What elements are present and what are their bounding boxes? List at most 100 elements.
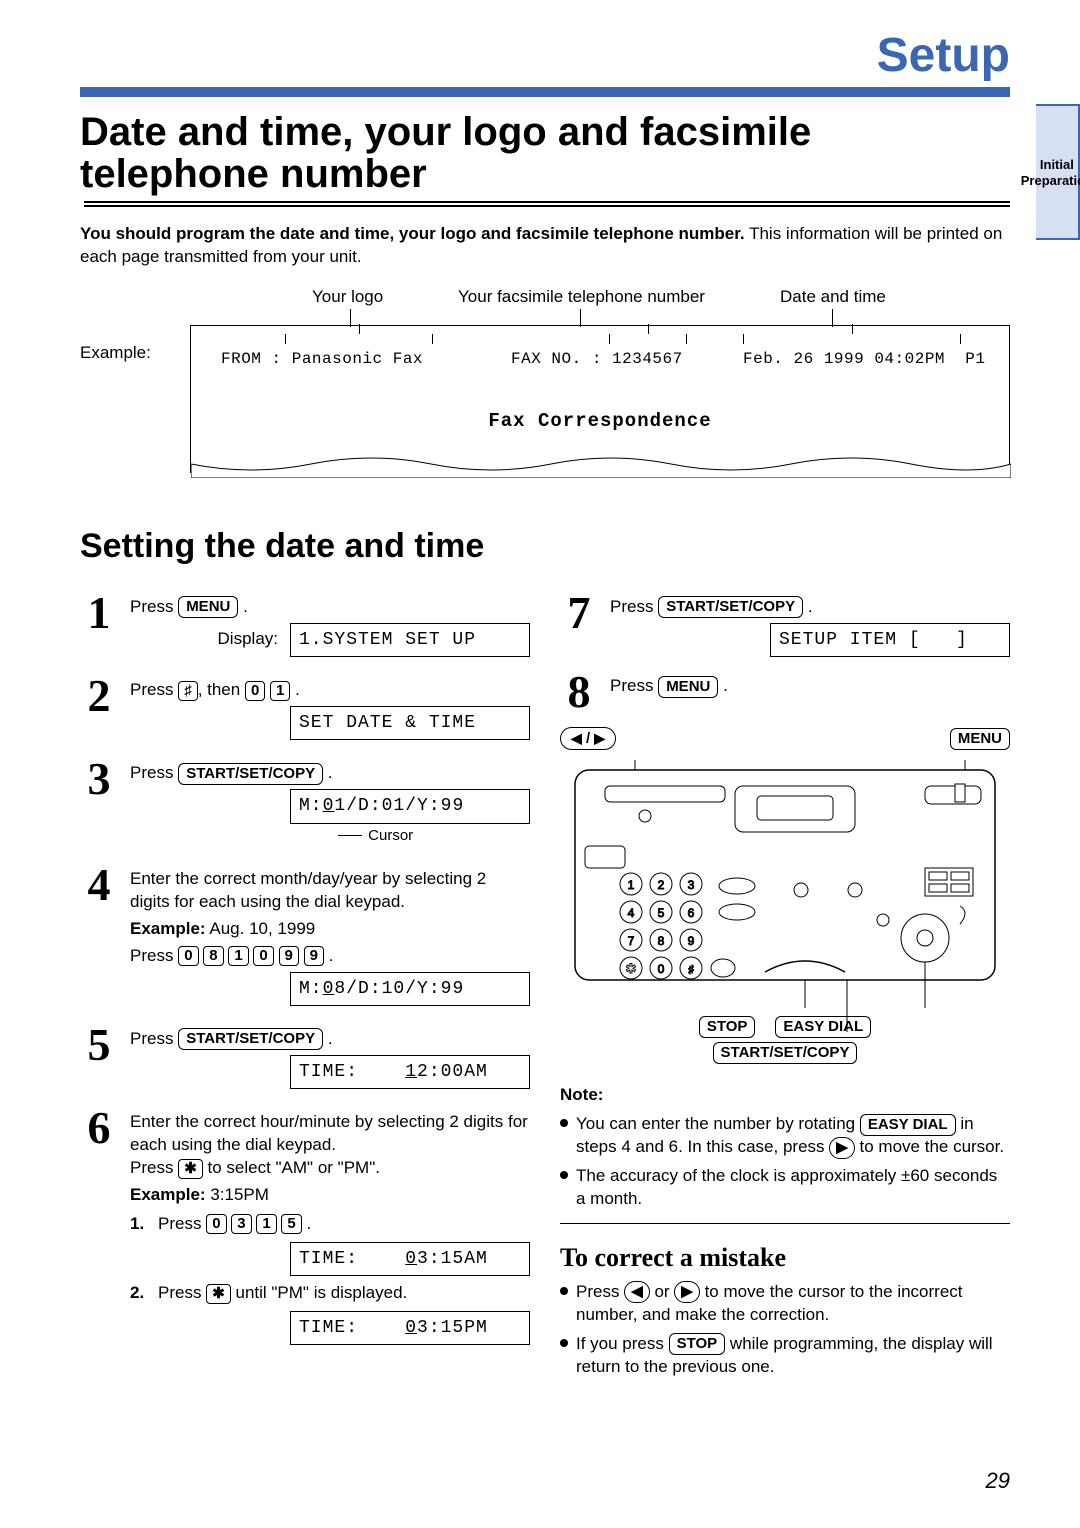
step-5: 5 Press START/SET/COPY . TIME: 12:00AM <box>80 1022 530 1089</box>
fax-from: FROM : Panasonic Fax <box>221 350 423 368</box>
lcd-display: M:08/D:10/Y:99 <box>290 972 530 1006</box>
svg-text:0: 0 <box>658 962 665 976</box>
step2-text1: Press <box>130 680 178 699</box>
step2-text2: , then <box>198 680 245 699</box>
sub-number: 1. <box>130 1213 150 1236</box>
svg-text:✱: ✱ <box>626 961 637 976</box>
digit-key[interactable]: 1 <box>228 946 248 966</box>
svg-text:5: 5 <box>658 906 665 920</box>
note-bullets: You can enter the number by rotating EAS… <box>560 1113 1010 1211</box>
start-set-copy-callout: START/SET/COPY <box>713 1042 858 1064</box>
lcd-display: M:01/D:01/Y:99 <box>290 789 530 823</box>
example-value: Aug. 10, 1999 <box>206 919 316 938</box>
torn-edge <box>191 454 1011 478</box>
menu-key[interactable]: MENU <box>178 596 238 618</box>
digit-key[interactable]: 3 <box>231 1214 251 1234</box>
step-2: 2 Press ♯, then 0 1 . SET DATE & TIME <box>80 673 530 740</box>
example-label: Example: <box>80 343 151 363</box>
easy-dial-key[interactable]: EASY DIAL <box>860 1114 956 1136</box>
h1-double-rule <box>80 201 1010 207</box>
svg-text:3: 3 <box>688 878 695 892</box>
bracket <box>285 334 433 344</box>
device-diagram: 1 2 3 4 5 6 7 8 9 ✱ 0 ♯ <box>560 756 1010 1056</box>
lcd-display: SETUP ITEM [ ] <box>770 623 1010 657</box>
step-number: 4 <box>80 862 118 1006</box>
step1-text: Press <box>130 597 178 616</box>
step4-p1: Enter the correct month/day/year by sele… <box>130 868 530 914</box>
right-arrow-key[interactable]: ▶ <box>829 1137 855 1159</box>
bullet-icon <box>560 1287 568 1295</box>
menu-callout: MENU <box>950 728 1010 750</box>
digit-0-key[interactable]: 0 <box>245 681 265 701</box>
display-label: Display: <box>218 628 278 651</box>
bullet-icon <box>560 1339 568 1347</box>
c1-mid: or <box>650 1282 675 1301</box>
callout-row: ◀ / ▶ MENU <box>560 727 1010 750</box>
step8-text: Press <box>610 676 658 695</box>
star-key[interactable]: ✱ <box>178 1159 203 1179</box>
page-number: 29 <box>986 1468 1010 1494</box>
lead-bold: You should program the date and time, yo… <box>80 224 745 243</box>
label-your-logo: Your logo <box>312 287 383 307</box>
step-4: 4 Enter the correct month/day/year by se… <box>80 862 530 1006</box>
svg-text:9: 9 <box>688 934 695 948</box>
digit-key[interactable]: 8 <box>203 946 223 966</box>
stop-callout: STOP <box>699 1016 756 1038</box>
star-key[interactable]: ✱ <box>206 1284 231 1304</box>
step-8: 8 Press MENU . <box>560 669 1010 715</box>
digit-1-key[interactable]: 1 <box>270 681 290 701</box>
left-arrow-key[interactable]: ◀ <box>624 1281 650 1303</box>
example-value: 3:15PM <box>206 1185 269 1204</box>
note-heading: Note: <box>560 1084 1010 1107</box>
bracket <box>743 334 961 344</box>
step6-p2b: to select "AM" or "PM". <box>203 1158 380 1177</box>
right-column: 7 Press START/SET/COPY . SETUP ITEM [ ] … <box>560 590 1010 1385</box>
side-tab-text: InitialPreparation <box>1021 156 1080 187</box>
svg-text:♯: ♯ <box>688 964 694 976</box>
c1-a: Press <box>576 1282 624 1301</box>
fax-date: Feb. 26 1999 04:02PM P1 <box>743 350 985 368</box>
step-1: 1 Press MENU . Display: 1.SYSTEM SET UP <box>80 590 530 657</box>
lcd-display: TIME: 03:15PM <box>290 1311 530 1345</box>
start-set-copy-key[interactable]: START/SET/COPY <box>178 763 323 785</box>
li1-text: Press <box>158 1214 206 1233</box>
note2: The accuracy of the clock is approximate… <box>576 1165 1010 1211</box>
svg-text:8: 8 <box>658 934 665 948</box>
sub-number: 2. <box>130 1282 150 1305</box>
arrow-keys-callout: ◀ / ▶ <box>560 727 616 750</box>
chapter-rule <box>80 87 1010 97</box>
digit-key[interactable]: 9 <box>304 946 324 966</box>
start-set-copy-key[interactable]: START/SET/COPY <box>178 1028 323 1050</box>
left-column: 1 Press MENU . Display: 1.SYSTEM SET UP … <box>80 590 530 1385</box>
li2-t2: until "PM" is displayed. <box>231 1283 407 1302</box>
label-date-time: Date and time <box>780 287 886 307</box>
li2-t1: Press <box>158 1283 206 1302</box>
step-number: 8 <box>560 669 598 715</box>
digit-key[interactable]: 1 <box>256 1214 276 1234</box>
digit-key[interactable]: 0 <box>206 1214 226 1234</box>
right-arrow-key[interactable]: ▶ <box>674 1281 700 1303</box>
fax-no: FAX NO. : 1234567 <box>511 350 683 368</box>
menu-key[interactable]: MENU <box>658 676 718 698</box>
digit-key[interactable]: 5 <box>281 1214 301 1234</box>
c2-a: If you press <box>576 1334 669 1353</box>
bracket <box>609 334 687 344</box>
lead-text: You should program the date and time, yo… <box>80 223 1010 269</box>
stop-key[interactable]: STOP <box>669 1333 726 1355</box>
step6-p2a: Press <box>130 1158 178 1177</box>
start-set-copy-key[interactable]: START/SET/COPY <box>658 596 803 618</box>
side-tab: InitialPreparation <box>1036 104 1080 240</box>
note1-a: You can enter the number by rotating <box>576 1114 860 1133</box>
example-label: Example: <box>130 919 206 938</box>
step-number: 3 <box>80 756 118 845</box>
hash-key[interactable]: ♯ <box>178 681 198 701</box>
digit-key[interactable]: 0 <box>178 946 198 966</box>
example-row: Your logo Your facsimile telephone numbe… <box>80 287 1010 477</box>
digit-key[interactable]: 0 <box>253 946 273 966</box>
lcd-display: 1.SYSTEM SET UP <box>290 623 530 657</box>
digit-key[interactable]: 9 <box>279 946 299 966</box>
lcd-display: TIME: 03:15AM <box>290 1242 530 1276</box>
step3-text: Press <box>130 763 178 782</box>
svg-text:1: 1 <box>628 878 635 892</box>
step-number: 2 <box>80 673 118 740</box>
